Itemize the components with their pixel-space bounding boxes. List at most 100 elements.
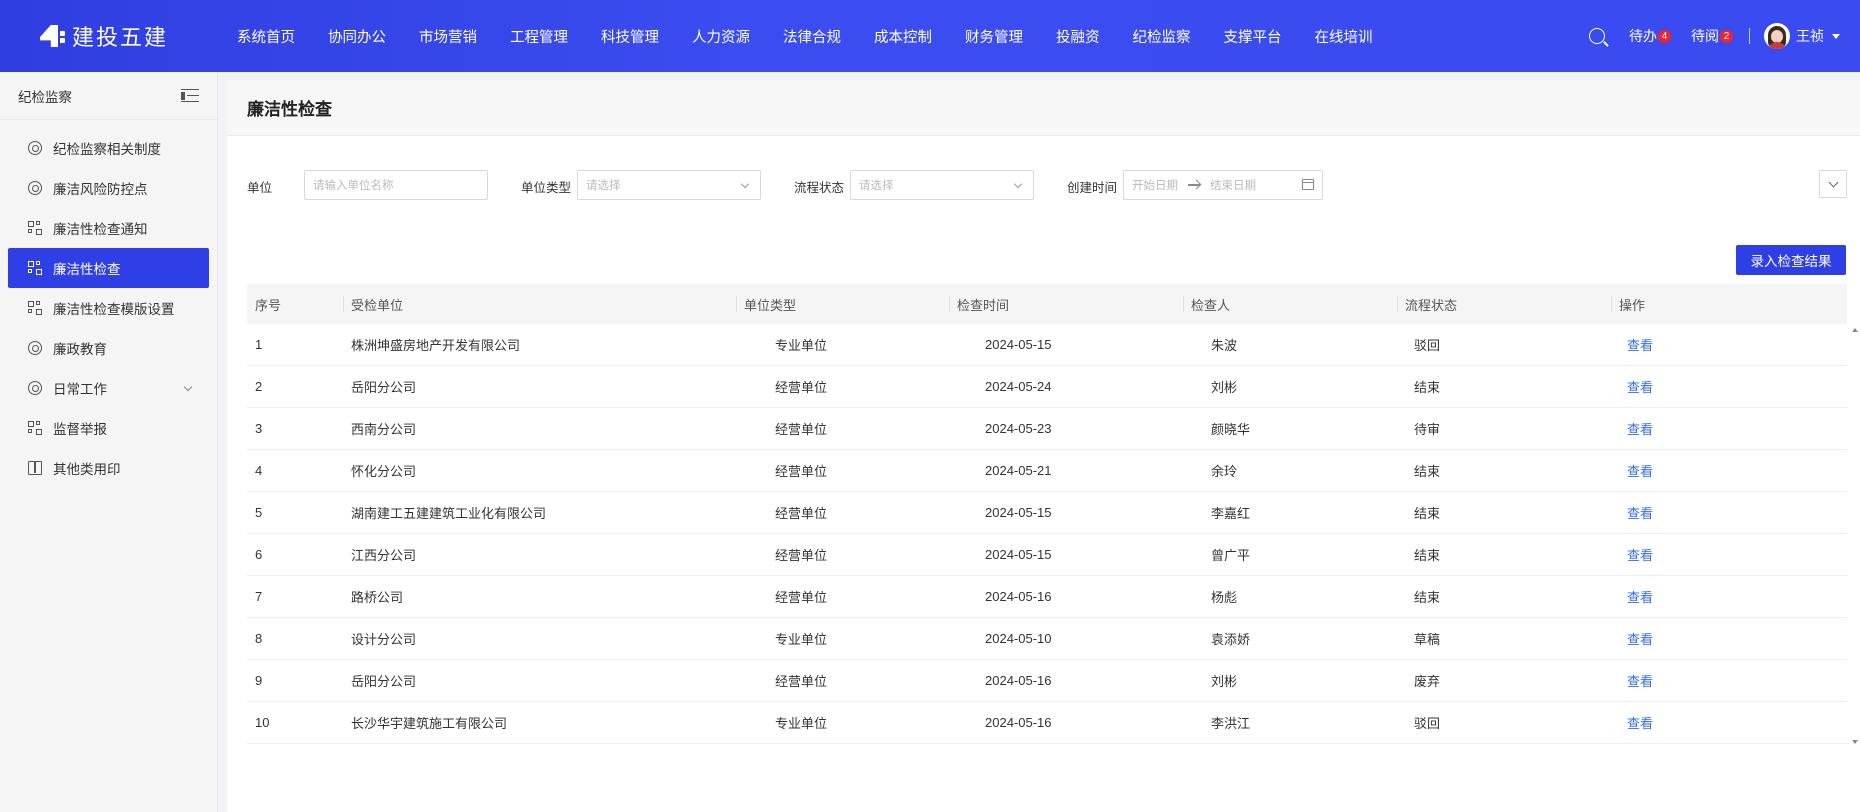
toread-link[interactable]: 待阅 2: [1691, 26, 1733, 46]
cell-time: 2024-05-15: [985, 505, 1052, 520]
cell-unit: 湖南建工五建建筑工业化有限公司: [351, 506, 547, 521]
sidebar-title: 纪检监察: [18, 89, 72, 105]
toread-label: 待阅: [1691, 28, 1719, 44]
start-date-placeholder[interactable]: 开始日期: [1132, 177, 1178, 193]
todo-link[interactable]: 待办 4: [1629, 26, 1671, 46]
cell-time: 2024-05-16: [985, 589, 1052, 604]
nav-item-legal[interactable]: 法律合规: [777, 26, 847, 47]
view-link[interactable]: 查看: [1627, 629, 1653, 648]
cell-no: 3: [255, 421, 263, 436]
expand-filters-button[interactable]: [1819, 170, 1847, 198]
arrow-right-icon: [1188, 184, 1200, 186]
cell-time: 2024-05-23: [985, 421, 1052, 436]
cell-no: 1: [255, 337, 263, 352]
nav-item-cost[interactable]: 成本控制: [868, 26, 938, 47]
gear-icon: [28, 141, 42, 155]
view-link[interactable]: 查看: [1627, 335, 1653, 354]
column-divider: [1183, 296, 1184, 312]
end-date-placeholder[interactable]: 结束日期: [1210, 177, 1256, 193]
status-select[interactable]: 请选择: [850, 170, 1034, 200]
cell-unit: 株洲坤盛房地产开发有限公司: [351, 338, 521, 353]
table-row: 6 江西分公司 经营单位 2024-05-15 曾广平 结束 查看: [247, 534, 1847, 576]
nav-item-engineering[interactable]: 工程管理: [504, 26, 574, 47]
inspection-table: 序号 受检单位 单位类型 检查时间 检查人 流程状态 操作 1 株洲坤盛房地产开…: [247, 284, 1847, 744]
view-link[interactable]: 查看: [1627, 587, 1653, 606]
sidebar-item-education[interactable]: 廉政教育: [8, 328, 209, 368]
table-scrollbar[interactable]: [1850, 324, 1860, 744]
sidebar-item-template-settings[interactable]: 廉洁性检查模版设置: [8, 288, 209, 328]
page-title: 廉洁性检查: [247, 100, 332, 119]
cell-no: 9: [255, 673, 263, 688]
cell-no: 5: [255, 505, 263, 520]
record-results-button[interactable]: 录入检查结果: [1736, 245, 1846, 275]
view-link[interactable]: 查看: [1627, 713, 1653, 732]
table-row: 9 岳阳分公司 经营单位 2024-05-16 刘彬 废弃 查看: [247, 660, 1847, 702]
sidebar-item-other-seals[interactable]: 其他类用印: [8, 448, 209, 488]
scroll-up-icon[interactable]: [1852, 328, 1858, 332]
nav-item-home[interactable]: 系统首页: [231, 26, 301, 47]
cell-status: 结束: [1414, 380, 1441, 395]
sidebar-item-daily-work[interactable]: 日常工作: [8, 368, 209, 408]
sidebar-item-risk-points[interactable]: 廉洁风险防控点: [8, 168, 209, 208]
unit-search-input[interactable]: 请输入单位名称: [304, 170, 488, 200]
created-time-label: 创建时间: [1067, 181, 1118, 195]
nav-item-finance[interactable]: 财务管理: [959, 26, 1029, 47]
avatar[interactable]: [1764, 23, 1790, 49]
app-logo[interactable]: 建投五建: [40, 20, 168, 52]
cell-person: 曾广平: [1211, 548, 1251, 563]
cell-type: 经营单位: [775, 548, 828, 563]
nav-item-investment[interactable]: 投融资: [1050, 26, 1106, 47]
sidebar-item-reports[interactable]: 监督举报: [8, 408, 209, 448]
view-link[interactable]: 查看: [1627, 545, 1653, 564]
sidebar-item-regulations[interactable]: 纪检监察相关制度: [8, 128, 209, 168]
status-label: 流程状态: [794, 181, 845, 195]
grid-icon: [28, 221, 42, 235]
scroll-down-icon[interactable]: [1852, 740, 1858, 744]
unit-placeholder: 请输入单位名称: [313, 180, 394, 192]
view-link[interactable]: 查看: [1627, 419, 1653, 438]
cell-time: 2024-05-21: [985, 463, 1052, 478]
header-divider: [1749, 28, 1750, 44]
sidebar-item-label: 廉洁风险防控点: [53, 182, 148, 197]
cell-person: 刘彬: [1211, 380, 1238, 395]
chevron-down-icon[interactable]: [1832, 33, 1840, 39]
column-divider: [343, 296, 344, 312]
chevron-down-icon: [740, 179, 750, 189]
view-link[interactable]: 查看: [1627, 377, 1653, 396]
cell-person: 刘彬: [1211, 674, 1238, 689]
cell-unit: 江西分公司: [351, 548, 417, 563]
nav-item-discipline[interactable]: 纪检监察: [1127, 26, 1197, 47]
view-link[interactable]: 查看: [1627, 461, 1653, 480]
nav-item-technology[interactable]: 科技管理: [595, 26, 665, 47]
view-link[interactable]: 查看: [1627, 503, 1653, 522]
user-name[interactable]: 王祯: [1796, 26, 1824, 46]
grid-icon: [28, 421, 42, 435]
col-header-time: 检查时间: [957, 297, 1010, 313]
view-link[interactable]: 查看: [1627, 671, 1653, 690]
table-row: 8 设计分公司 专业单位 2024-05-10 袁添娇 草稿 查看: [247, 618, 1847, 660]
sidebar-item-inspection-notice[interactable]: 廉洁性检查通知: [8, 208, 209, 248]
cell-no: 7: [255, 589, 263, 604]
cell-status: 驳回: [1414, 716, 1441, 731]
header-right: 待办 4 待阅 2 王祯: [1589, 0, 1840, 72]
menu-fold-icon[interactable]: [181, 88, 199, 103]
nav-item-hr[interactable]: 人力资源: [686, 26, 756, 47]
col-header-status: 流程状态: [1405, 297, 1458, 313]
nav-item-office[interactable]: 协同办公: [322, 26, 392, 47]
date-range-picker[interactable]: 开始日期 结束日期: [1123, 170, 1323, 200]
cell-type: 专业单位: [775, 632, 828, 647]
cell-person: 杨彪: [1211, 590, 1238, 605]
unit-type-select[interactable]: 请选择: [577, 170, 761, 200]
sidebar-item-label: 廉洁性检查通知: [53, 222, 148, 237]
cell-person: 李洪江: [1211, 716, 1251, 731]
nav-item-support[interactable]: 支撑平台: [1218, 26, 1288, 47]
search-icon[interactable]: [1589, 28, 1605, 44]
nav-item-training[interactable]: 在线培训: [1309, 26, 1379, 47]
cell-type: 经营单位: [775, 464, 828, 479]
cell-status: 废弃: [1414, 674, 1441, 689]
logo-text: 建投五建: [72, 25, 169, 50]
nav-item-marketing[interactable]: 市场营销: [413, 26, 483, 47]
col-header-unit: 受检单位: [351, 297, 404, 313]
sidebar-item-inspection[interactable]: 廉洁性检查: [8, 248, 209, 288]
unit-type-label: 单位类型: [521, 181, 572, 195]
